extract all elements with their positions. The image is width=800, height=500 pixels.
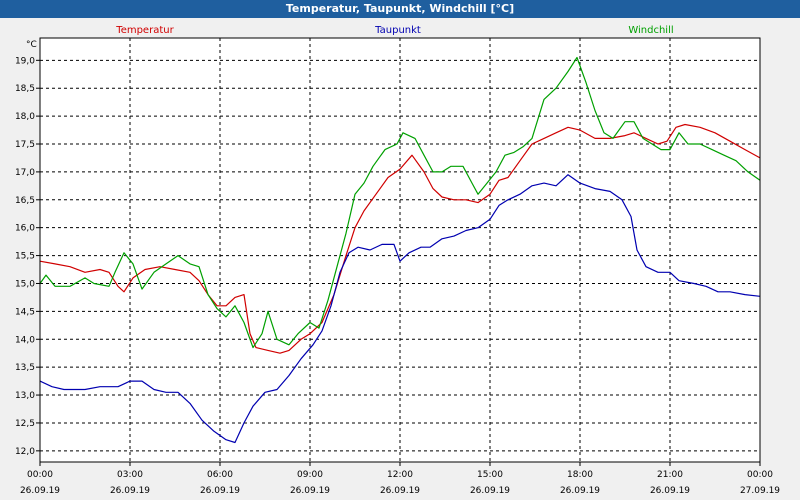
x-tick-date-label: 26.09.19 xyxy=(110,486,150,496)
y-tick-label: 14,5 xyxy=(15,307,35,317)
x-tick-time-label: 21:00 xyxy=(657,470,683,480)
x-tick-time-label: 06:00 xyxy=(207,470,233,480)
x-tick-time-label: 00:00 xyxy=(747,470,773,480)
legend-temperatur: Temperatur xyxy=(115,25,174,36)
x-tick-date-label: 27.09.19 xyxy=(740,486,780,496)
x-tick-date-label: 26.09.19 xyxy=(290,486,330,496)
x-tick-date-label: 26.09.19 xyxy=(380,486,420,496)
y-tick-label: 12,0 xyxy=(15,447,35,457)
y-tick-label: 14,0 xyxy=(15,335,35,345)
x-tick-date-label: 26.09.19 xyxy=(470,486,510,496)
x-tick-date-label: 26.09.19 xyxy=(20,486,60,496)
weather-line-chart: 12,0 12,5 13,0 13,5 14,0 14,5 15,0 15,5 16,0 16,5… xyxy=(0,18,800,500)
y-tick-label: 13,5 xyxy=(15,363,35,373)
x-tick-date-label: 26.09.19 xyxy=(200,486,240,496)
legend-windchill: Windchill xyxy=(628,25,673,36)
y-tick-label: 16,5 xyxy=(15,196,35,206)
y-tick-label: 15,0 xyxy=(15,279,35,289)
y-tick-label: 15,5 xyxy=(15,252,35,262)
x-tick-date-label: 26.09.19 xyxy=(650,486,690,496)
y-tick-label: 13,0 xyxy=(15,391,35,401)
x-tick-time-label: 03:00 xyxy=(117,470,143,480)
x-tick-time-label: 15:00 xyxy=(477,470,503,480)
x-tick-time-label: 12:00 xyxy=(387,470,413,480)
x-tick-time-label: 00:00 xyxy=(27,470,53,480)
y-tick-label: 16,0 xyxy=(15,224,35,234)
y-tick-label: 18,0 xyxy=(15,112,35,122)
y-tick-label: 18,5 xyxy=(15,84,35,94)
x-tick-date-label: 26.09.19 xyxy=(560,486,600,496)
x-tick-time-label: 18:00 xyxy=(567,470,593,480)
y-tick-label: 17,0 xyxy=(15,168,35,178)
y-tick-label: 12,5 xyxy=(15,419,35,429)
x-tick-time-label: 09:00 xyxy=(297,470,323,480)
y-axis-unit-label: °C xyxy=(26,40,37,50)
y-tick-label: 17,5 xyxy=(15,140,35,150)
legend-taupunkt: Taupunkt xyxy=(374,25,421,36)
y-tick-label: 19,0 xyxy=(15,56,35,66)
